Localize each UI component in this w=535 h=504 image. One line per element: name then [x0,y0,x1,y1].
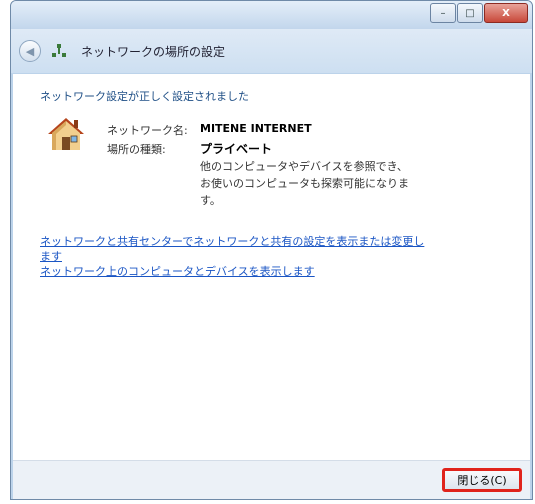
page-heading: ネットワーク設定が正しく設定されました [40,90,249,103]
minimize-button[interactable]: – [430,3,456,23]
location-type-label: 場所の種類: [107,143,166,156]
sharing-center-link-line1[interactable]: ネットワークと共有センターでネットワークと共有の設定を表示または変更し [40,234,424,249]
description-line: お使いのコンピュータも探索可能になりま [200,177,409,190]
back-arrow-icon[interactable]: ◀ [19,40,41,62]
content-pane: ネットワーク設定が正しく設定されました ネットワーク名: MITENE INTE… [13,74,530,460]
location-type-value: プライベート [200,142,273,156]
footer-bar: 閉じる(C) [13,460,530,499]
title-bar: – □ X [11,1,532,29]
dialog-window: – □ X ◀ ネットワークの場所の設定 ネットワーク設定が正しく設定されました… [10,0,533,500]
description-line: 他のコンピュータやデバイスを参照でき、 [200,160,408,173]
window-controls: – □ X [430,3,528,23]
close-button[interactable]: 閉じる(C) [442,468,522,492]
network-name-value: MITENE INTERNET [200,122,312,135]
window-title: ネットワークの場所の設定 [81,44,226,59]
network-name-label: ネットワーク名: [107,124,188,137]
maximize-button[interactable]: □ [457,3,483,23]
house-icon [48,118,84,150]
navigation-bar: ◀ ネットワークの場所の設定 [11,29,532,73]
view-computers-link[interactable]: ネットワーク上のコンピュータとデバイスを表示します [40,264,315,279]
sharing-center-link[interactable]: ネットワークと共有センターでネットワークと共有の設定を表示または変更し ます [40,234,424,264]
description-line: す。 [200,194,221,207]
sharing-center-link-line2[interactable]: ます [40,249,424,264]
window-close-button[interactable]: X [484,3,528,23]
location-description: 他のコンピュータやデバイスを参照でき、 お使いのコンピュータも探索可能になりま … [200,158,430,209]
network-icon [51,43,67,59]
